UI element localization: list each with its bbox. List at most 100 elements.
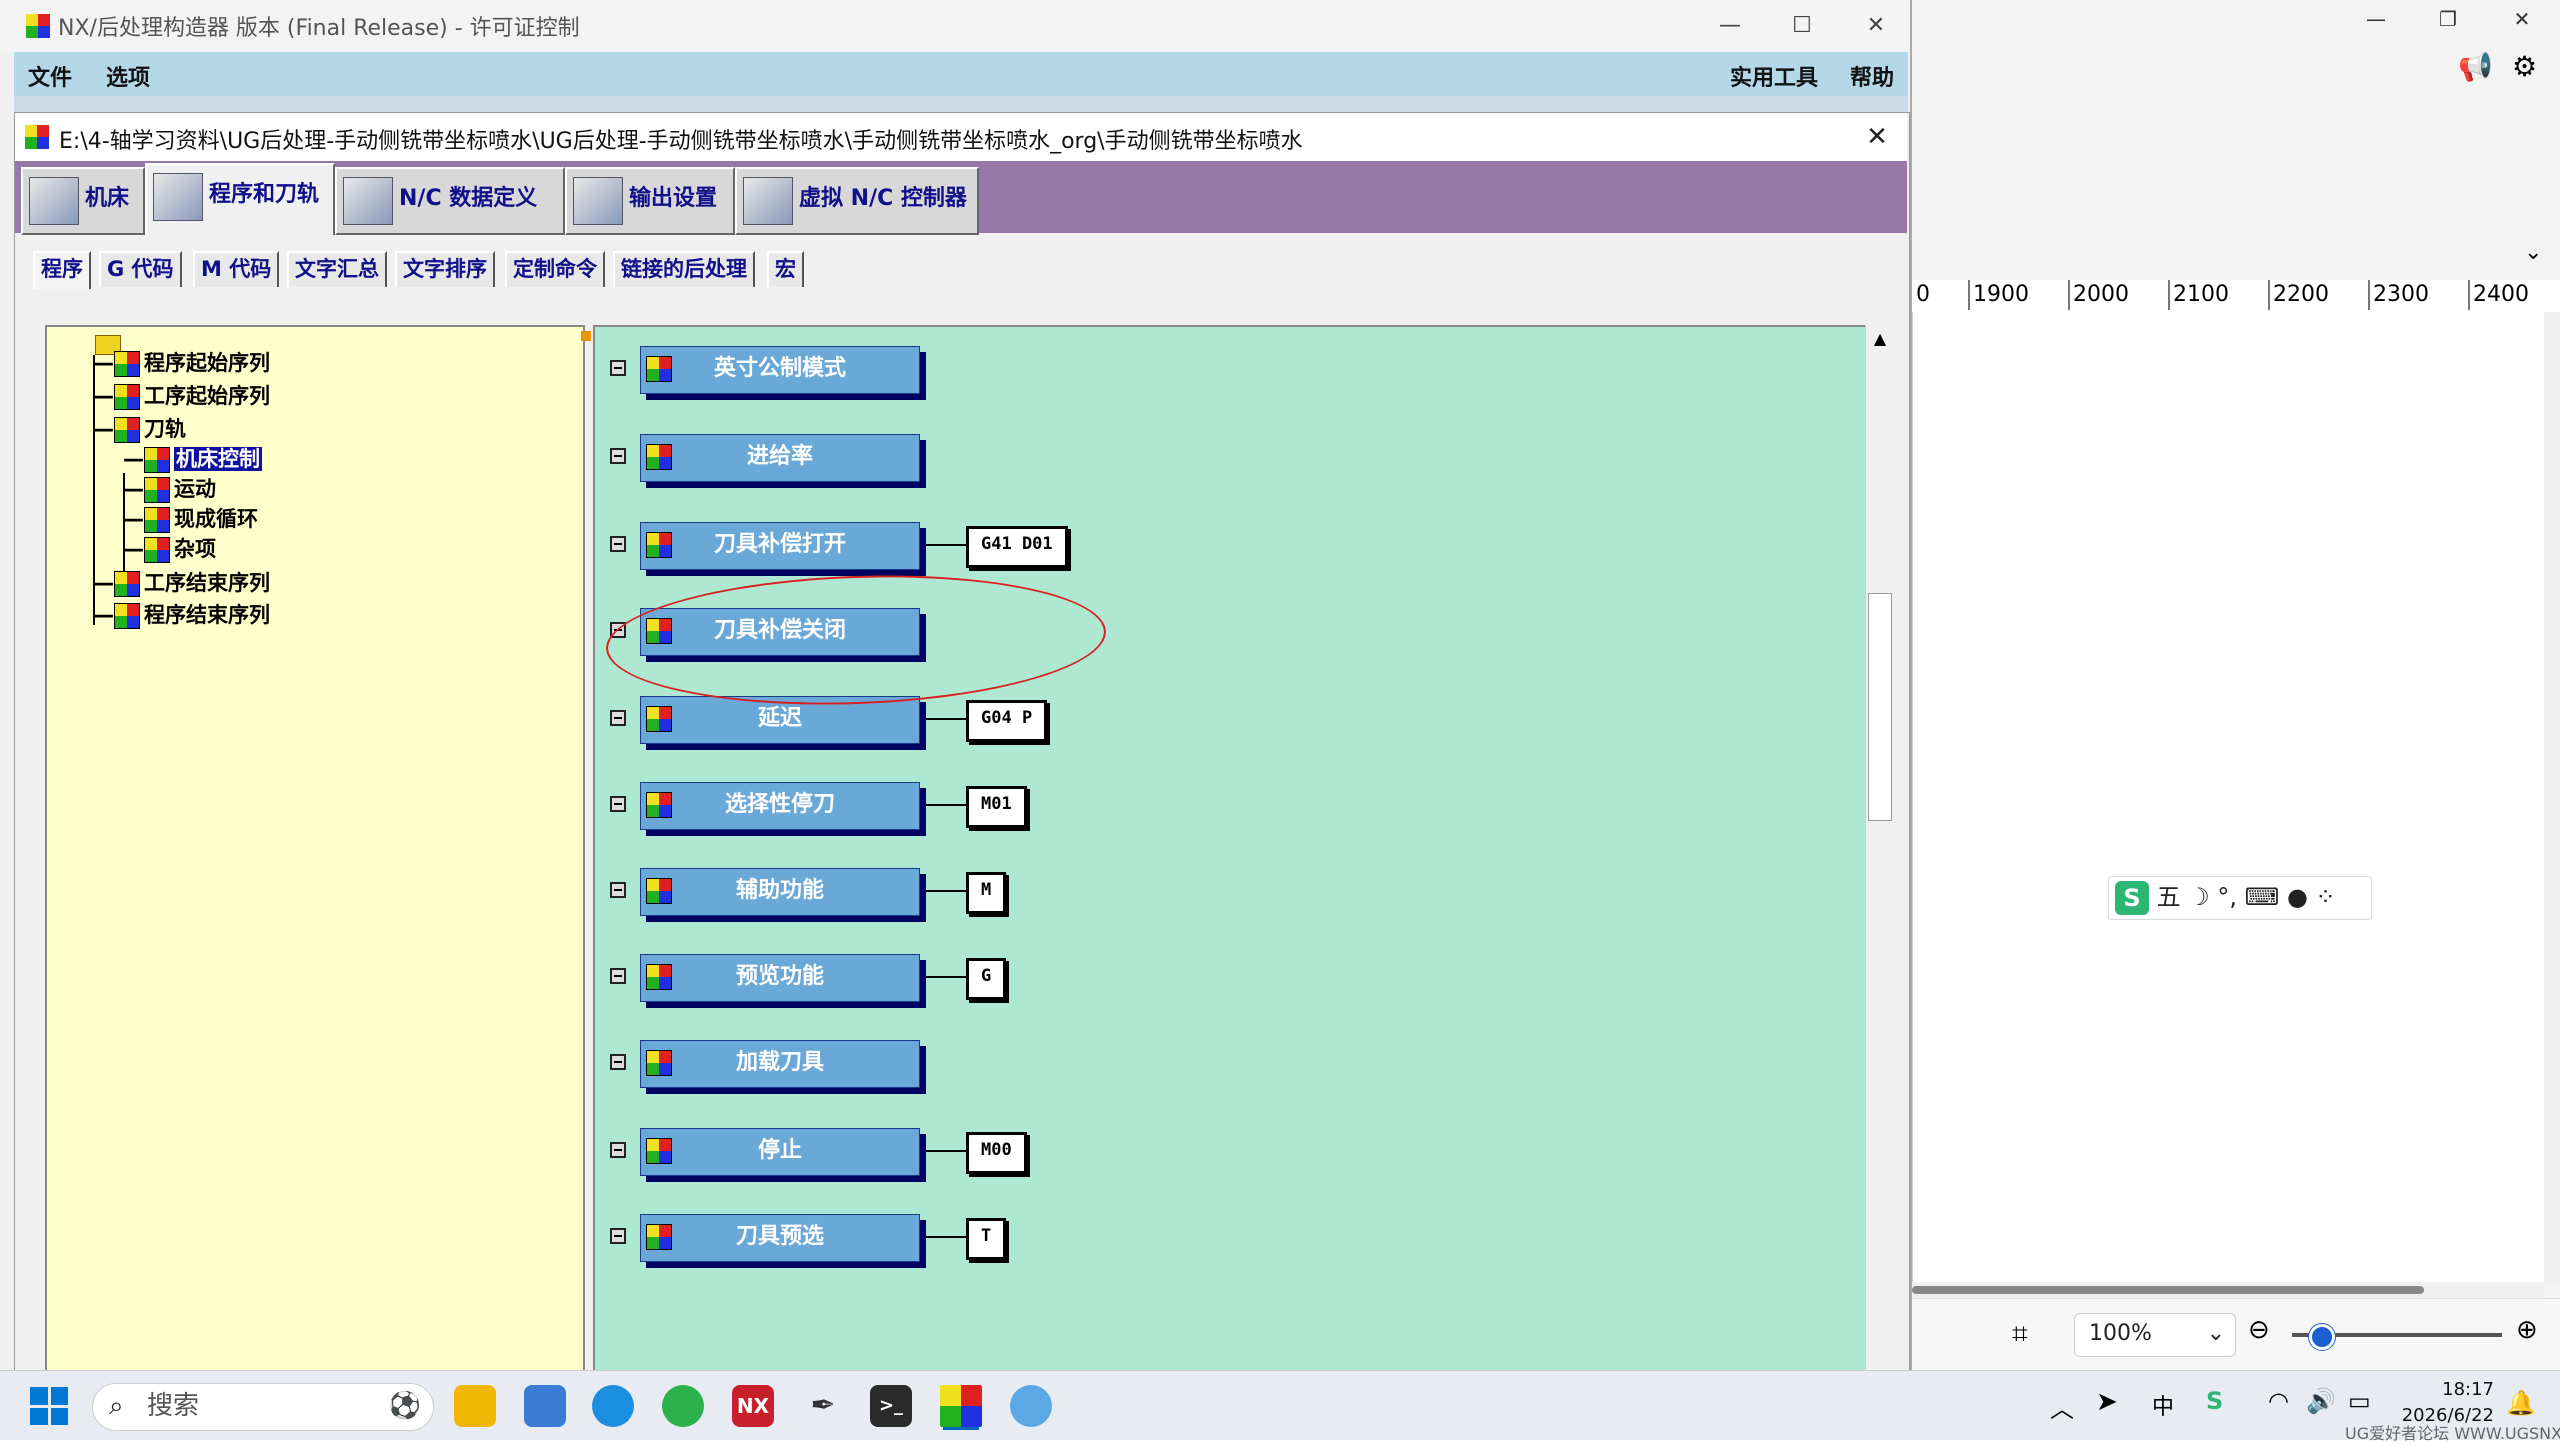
subtab-linked-post[interactable]: 链接的后处理: [613, 251, 755, 287]
menu-help[interactable]: 帮助: [1850, 60, 1894, 92]
zoom-out-icon[interactable]: ⊖: [2248, 1315, 2270, 1345]
block-button[interactable]: 辅助功能: [640, 868, 920, 916]
megaphone-icon[interactable]: 📢: [2458, 50, 2493, 83]
canvas-scroll-thumb[interactable]: [1868, 593, 1892, 821]
search-input[interactable]: ⌕ 搜索 ⚽: [92, 1383, 434, 1431]
ruler-tick: 1900: [1968, 280, 2029, 310]
globe-app-icon[interactable]: [1010, 1385, 1052, 1427]
collapse-icon[interactable]: [610, 968, 626, 984]
ime-toolbar[interactable]: S 五 ☽ °, ⌨ ● ⁘: [2108, 876, 2372, 920]
code-box[interactable]: G: [966, 958, 1007, 1000]
send-icon[interactable]: ➤: [2096, 1387, 2118, 1417]
tree-item[interactable]: — 杂项: [123, 535, 216, 563]
zoom-in-icon[interactable]: ⊕: [2516, 1315, 2538, 1345]
code-box[interactable]: G04 P: [966, 700, 1048, 742]
windows-start-icon[interactable]: [30, 1387, 68, 1425]
tree-item[interactable]: — 刀轨: [93, 415, 186, 443]
collapse-icon[interactable]: [610, 882, 626, 898]
subtab-g-code[interactable]: G 代码: [99, 251, 182, 287]
collapse-icon[interactable]: [610, 1054, 626, 1070]
collapse-icon[interactable]: [610, 710, 626, 726]
feather-pen-icon[interactable]: ✒: [802, 1385, 844, 1427]
code-box[interactable]: M00: [966, 1132, 1027, 1174]
zoom-select[interactable]: 100% ⌄: [2074, 1313, 2236, 1357]
collapse-icon[interactable]: [610, 1228, 626, 1244]
battery-icon[interactable]: ▭: [2348, 1387, 2371, 1415]
collapse-icon[interactable]: [610, 796, 626, 812]
bg-restore-button[interactable]: ❐: [2424, 2, 2472, 36]
screenshot-icon[interactable]: ⌗: [2012, 1317, 2028, 1351]
block-button[interactable]: 预览功能: [640, 954, 920, 1002]
code-box[interactable]: M01: [966, 786, 1027, 828]
tab-program-toolpath[interactable]: 程序和刀轨: [145, 163, 335, 235]
bg-canvas[interactable]: [1912, 312, 2545, 1282]
splitter-handle[interactable]: [581, 331, 591, 341]
bg-horizontal-scroll-thumb[interactable]: [1912, 1286, 2424, 1294]
scroll-up-icon[interactable]: ▲: [1866, 325, 1894, 348]
input-language-indicator[interactable]: 中: [2152, 1389, 2174, 1421]
menu-file[interactable]: 文件: [28, 60, 72, 92]
tree-item[interactable]: — 程序起始序列: [93, 349, 270, 377]
tree-item[interactable]: — 机床控制: [123, 445, 262, 473]
tab-output-settings[interactable]: 输出设置: [565, 167, 735, 235]
app-logo-icon: [26, 14, 50, 38]
bg-minimize-button[interactable]: —: [2352, 2, 2400, 36]
canvas-vertical-scrollbar[interactable]: ▲: [1865, 325, 1894, 1371]
wechat-icon[interactable]: [662, 1385, 704, 1427]
tree-item[interactable]: — 工序结束序列: [93, 569, 270, 597]
tree-item[interactable]: — 现成循环: [123, 505, 258, 533]
tab-virtual-nc[interactable]: 虚拟 N/C 控制器: [735, 167, 979, 235]
tree-item[interactable]: — 运动: [123, 475, 216, 503]
collapse-icon[interactable]: [610, 536, 626, 552]
tree-item[interactable]: — 程序结束序列: [93, 601, 270, 629]
block-button[interactable]: 刀具补偿打开: [640, 522, 920, 570]
bg-close-button[interactable]: ✕: [2498, 2, 2546, 36]
wifi-icon[interactable]: ◠: [2268, 1387, 2289, 1415]
tree-item[interactable]: — 工序起始序列: [93, 382, 270, 410]
bg-vertical-scrollbar[interactable]: [2544, 312, 2560, 1282]
minimize-button[interactable]: —: [1700, 8, 1760, 44]
maximize-button[interactable]: ☐: [1772, 8, 1832, 44]
tab-nc-data[interactable]: N/C 数据定义: [335, 167, 565, 235]
subtab-word-summary[interactable]: 文字汇总: [287, 251, 387, 287]
code-box[interactable]: G41 D01: [966, 526, 1068, 568]
subtab-custom-command[interactable]: 定制命令: [505, 251, 605, 287]
post-builder-app-icon[interactable]: [940, 1385, 982, 1427]
edge-browser-icon[interactable]: [592, 1385, 634, 1427]
chevron-down-icon[interactable]: ⌄: [2524, 240, 2542, 265]
tree-item-label: 机床控制: [174, 447, 262, 471]
block-icon: [646, 964, 672, 990]
close-button[interactable]: ✕: [1846, 8, 1906, 44]
inner-close-button[interactable]: ✕: [1857, 119, 1897, 155]
subtab-m-code[interactable]: M 代码: [193, 251, 280, 287]
notification-bell-icon[interactable]: 🔔: [2506, 1389, 2536, 1417]
bird-app-icon[interactable]: [524, 1385, 566, 1427]
menu-utilities[interactable]: 实用工具: [1730, 60, 1818, 92]
nx-app-icon[interactable]: NX: [732, 1385, 774, 1427]
sequence-icon: [144, 537, 170, 563]
terminal-icon[interactable]: >_: [870, 1385, 912, 1427]
volume-icon[interactable]: 🔊: [2306, 1387, 2336, 1415]
subtab-program[interactable]: 程序: [33, 251, 91, 289]
collapse-icon[interactable]: [610, 360, 626, 376]
collapse-icon[interactable]: [610, 448, 626, 464]
block-button[interactable]: 进给率: [640, 434, 920, 482]
gear-icon[interactable]: ⚙: [2512, 50, 2537, 83]
zoom-slider-knob[interactable]: [2309, 1324, 2335, 1350]
chevron-up-icon[interactable]: ︿: [2050, 1389, 2074, 1424]
block-button[interactable]: 选择性停刀: [640, 782, 920, 830]
code-box[interactable]: T: [966, 1218, 1007, 1260]
subtab-macro[interactable]: 宏: [767, 251, 804, 287]
code-box[interactable]: M: [966, 872, 1007, 914]
collapse-icon[interactable]: [610, 1142, 626, 1158]
block-button[interactable]: 加载刀具: [640, 1040, 920, 1088]
tab-machine[interactable]: 机床: [21, 167, 145, 235]
sogou-icon[interactable]: S: [2206, 1387, 2223, 1415]
ruler-ticks: 0 1900 2000 2100 2200 2300 2400: [1912, 280, 2544, 312]
block-button[interactable]: 刀具预选: [640, 1214, 920, 1262]
block-button[interactable]: 英寸公制模式: [640, 346, 920, 394]
subtab-word-sequence[interactable]: 文字排序: [395, 251, 495, 287]
menu-options[interactable]: 选项: [106, 60, 150, 92]
block-button[interactable]: 停止: [640, 1128, 920, 1176]
file-explorer-icon[interactable]: [454, 1385, 496, 1427]
